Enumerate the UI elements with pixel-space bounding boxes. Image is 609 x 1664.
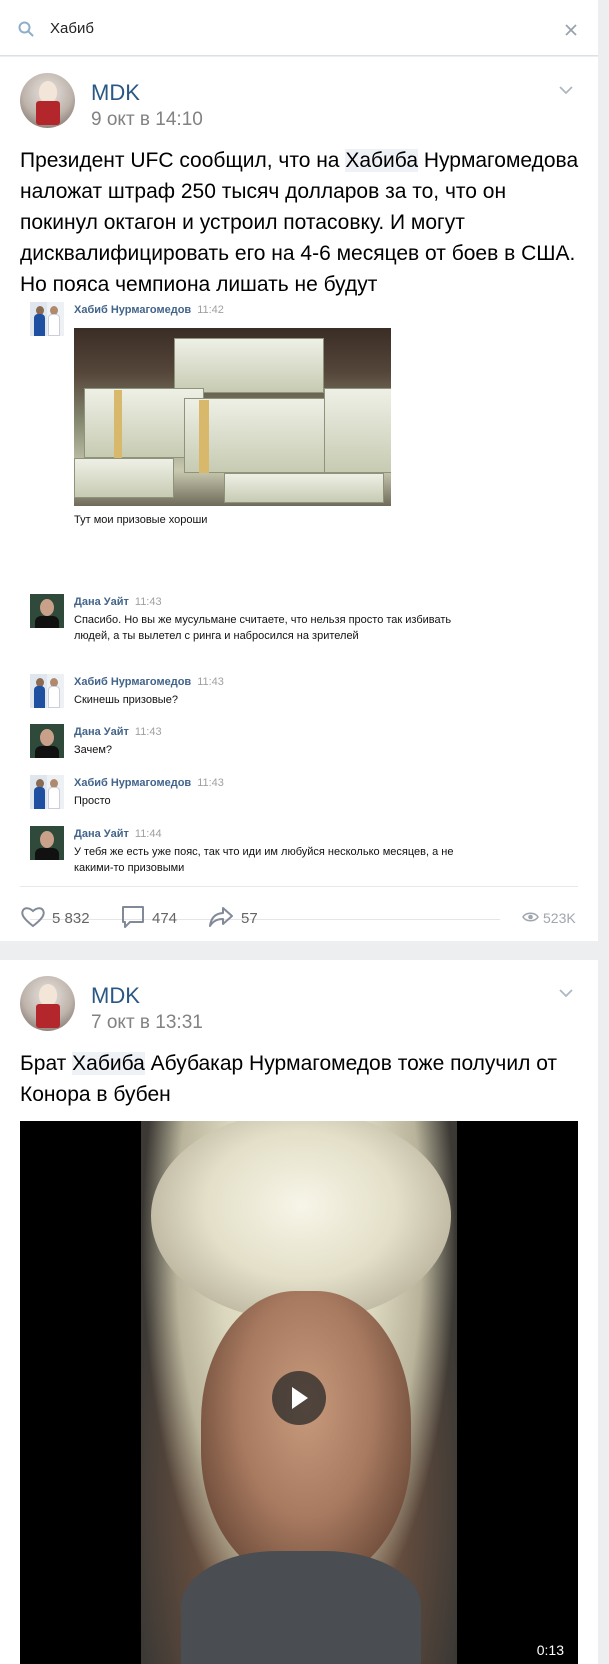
comment-button[interactable]: 474 [121, 905, 181, 931]
heart-icon [21, 907, 45, 928]
post-card: MDK 9 окт в 14:10 Президент UFC сообщил,… [0, 57, 598, 941]
post-text: Брат Хабиба Абубакар Нурмагомедов тоже п… [20, 1052, 558, 1106]
comment-count: 474 [152, 910, 178, 927]
video-duration: 0:13 [536, 1642, 564, 1658]
search-input[interactable]: Хабиб [50, 20, 94, 37]
post-date[interactable]: 7 окт в 13:31 [91, 1012, 203, 1034]
post-author[interactable]: MDK [91, 80, 140, 106]
eye-icon [522, 912, 539, 922]
chat-sender: Хабиб Нурмагомедов 11:43 [74, 676, 224, 688]
search-icon [18, 21, 34, 37]
chat-text: Просто [74, 795, 111, 807]
chat-sender: Дана Уайт 11:43 [74, 726, 162, 738]
search-highlight: Хабиба [345, 149, 418, 172]
avatar[interactable] [20, 73, 75, 128]
chevron-down-icon[interactable] [558, 988, 574, 998]
like-count: 5 832 [52, 910, 90, 927]
post-text: Президент UFC сообщил, что на Хабиба Нур… [20, 149, 579, 296]
views-count: 523K [543, 910, 576, 926]
search-highlight: Хабиба [72, 1052, 145, 1075]
post-card: MDK 7 окт в 13:31 Брат Хабиба Абубакар Н… [0, 960, 598, 1664]
divider [20, 886, 578, 887]
avatar [30, 674, 64, 708]
play-button[interactable] [272, 1371, 326, 1425]
share-icon [209, 907, 233, 927]
post-author[interactable]: MDK [91, 983, 140, 1009]
close-icon[interactable] [562, 21, 580, 39]
play-icon [292, 1387, 308, 1409]
avatar[interactable] [20, 976, 75, 1031]
like-button[interactable]: 5 832 [20, 905, 95, 931]
chat-text: Скинешь призовые? [74, 694, 178, 706]
chat-text: Спасибо. Но вы же мусульмане считаете, ч… [74, 614, 452, 642]
avatar [30, 724, 64, 758]
money-photo [74, 328, 391, 506]
avatar [30, 302, 64, 336]
chat-text: У тебя же есть уже пояс, так что иди им … [74, 846, 454, 874]
video-player[interactable]: 0:13 [20, 1121, 578, 1664]
chat-sender: Хабиб Нурмагомедов 11:42 [74, 304, 224, 316]
avatar [30, 594, 64, 628]
share-button[interactable]: 57 [208, 905, 263, 931]
chevron-down-icon[interactable] [558, 85, 574, 95]
post-date[interactable]: 9 окт в 14:10 [91, 109, 203, 131]
chat-text: Зачем? [74, 744, 113, 756]
chat-sender: Хабиб Нурмагомедов 11:43 [74, 777, 224, 789]
share-count: 57 [241, 910, 258, 927]
divider [30, 919, 500, 920]
chat-sender: Дана Уайт 11:44 [74, 828, 162, 840]
avatar [30, 775, 64, 809]
avatar [30, 826, 64, 860]
comment-icon [122, 906, 144, 928]
chat-sender: Дана Уайт 11:43 [74, 596, 162, 608]
search-bar: Хабиб [0, 0, 598, 56]
chat-text: Тут мои призовые хороши [74, 514, 208, 526]
